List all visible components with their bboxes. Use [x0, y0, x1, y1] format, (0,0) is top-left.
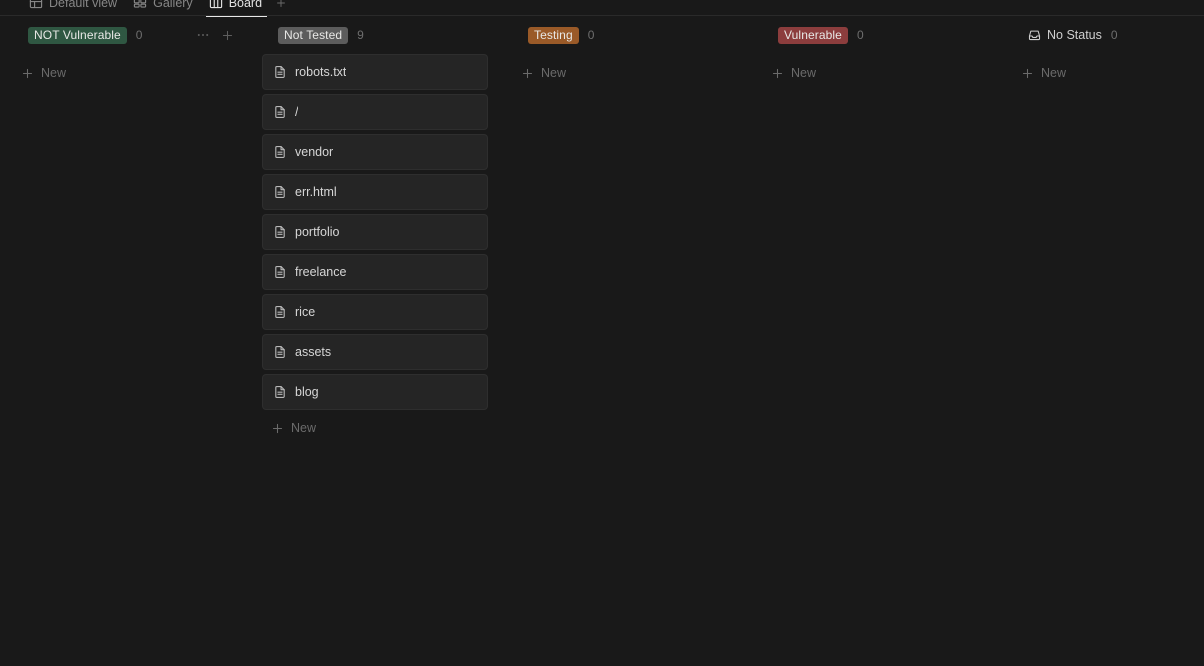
- card-title: /: [295, 105, 299, 119]
- view-tabs-bar: Default view Gallery Board: [0, 0, 1204, 17]
- view-tab-gallery[interactable]: Gallery: [126, 0, 202, 16]
- board-icon: [209, 0, 223, 10]
- board-card[interactable]: assets: [262, 334, 488, 370]
- new-card-label: New: [791, 66, 817, 80]
- column-title-group: Testing 0: [528, 26, 736, 44]
- new-card-label: New: [291, 421, 317, 435]
- column-count: 0: [856, 28, 864, 42]
- board-card[interactable]: vendor: [262, 134, 488, 170]
- status-label-group[interactable]: No Status: [1028, 28, 1102, 42]
- document-icon: [273, 145, 287, 159]
- column-title-group: NOT Vulnerable 0: [28, 26, 185, 44]
- column-count: 0: [135, 28, 143, 42]
- plus-icon: [21, 67, 34, 80]
- plus-icon: [771, 67, 784, 80]
- view-tab-label: Gallery: [153, 0, 193, 10]
- column-title-group: Not Tested 9: [278, 26, 486, 44]
- view-tab-default-view[interactable]: Default view: [22, 0, 126, 16]
- board-card[interactable]: robots.txt: [262, 54, 488, 90]
- column-header: Vulnerable 0: [762, 16, 988, 54]
- view-tab-label: Board: [228, 0, 263, 10]
- status-badge[interactable]: Testing: [528, 26, 579, 44]
- column-header: Testing 0: [512, 16, 738, 54]
- new-card-button[interactable]: New: [262, 414, 488, 442]
- document-icon: [273, 225, 287, 239]
- document-icon: [273, 65, 287, 79]
- document-icon: [273, 385, 287, 399]
- document-icon: [273, 305, 287, 319]
- card-title: err.html: [295, 185, 337, 199]
- column-header: NOT Vulnerable 0: [12, 16, 238, 54]
- board-column-vulnerable: Vulnerable 0 New: [750, 16, 1000, 87]
- column-count: 0: [1110, 28, 1118, 42]
- status-badge[interactable]: NOT Vulnerable: [28, 26, 127, 44]
- new-card-button[interactable]: New: [12, 59, 238, 87]
- plus-icon: [521, 67, 534, 80]
- card-title: assets: [295, 345, 332, 359]
- board-card[interactable]: blog: [262, 374, 488, 410]
- more-options-icon[interactable]: [194, 26, 212, 44]
- document-icon: [273, 105, 287, 119]
- plus-icon: [271, 422, 284, 435]
- kanban-board: NOT Vulnerable 0 New Not Tested 9 robots.txt /…: [0, 16, 1204, 666]
- inbox-icon: [1028, 29, 1041, 42]
- board-card[interactable]: freelance: [262, 254, 488, 290]
- card-title: freelance: [295, 265, 347, 279]
- board-column-testing: Testing 0 New: [500, 16, 750, 87]
- new-card-label: New: [1041, 66, 1067, 80]
- column-title-group: Vulnerable 0: [778, 26, 986, 44]
- status-badge[interactable]: Not Tested: [278, 26, 349, 44]
- gallery-icon: [133, 0, 147, 10]
- card-title: robots.txt: [295, 65, 347, 79]
- table-icon: [29, 0, 43, 10]
- board-card[interactable]: rice: [262, 294, 488, 330]
- card-title: blog: [295, 385, 319, 399]
- column-cards: robots.txt / vendor err.html portfolio freela…: [262, 54, 488, 410]
- card-title: vendor: [295, 145, 334, 159]
- status-badge[interactable]: Vulnerable: [778, 26, 848, 44]
- column-actions: [194, 26, 236, 44]
- document-icon: [273, 185, 287, 199]
- view-tab-label: Default view: [49, 0, 118, 10]
- column-header: No Status 0: [1012, 16, 1204, 54]
- new-card-button[interactable]: New: [1012, 59, 1204, 87]
- add-card-icon[interactable]: [218, 26, 236, 44]
- status-label: No Status: [1047, 28, 1102, 42]
- card-title: rice: [295, 305, 316, 319]
- document-icon: [273, 265, 287, 279]
- board-card[interactable]: portfolio: [262, 214, 488, 250]
- board-column-not-tested: Not Tested 9 robots.txt / vendor err.html port…: [250, 16, 500, 442]
- new-card-button[interactable]: New: [762, 59, 988, 87]
- plus-icon: [1021, 67, 1034, 80]
- column-count: 0: [587, 28, 595, 42]
- add-view-button[interactable]: [271, 0, 291, 16]
- plus-icon: [275, 0, 287, 12]
- new-card-label: New: [41, 66, 67, 80]
- view-tab-board[interactable]: Board: [202, 0, 271, 17]
- board-card[interactable]: err.html: [262, 174, 488, 210]
- board-card[interactable]: /: [262, 94, 488, 130]
- new-card-label: New: [541, 66, 567, 80]
- board-column-no-status: No Status 0 New: [1000, 16, 1204, 87]
- column-count: 9: [357, 28, 364, 42]
- column-header: Not Tested 9: [262, 16, 488, 54]
- card-title: portfolio: [295, 225, 340, 239]
- board-column-not-vulnerable: NOT Vulnerable 0 New: [0, 16, 250, 87]
- new-card-button[interactable]: New: [512, 59, 738, 87]
- column-title-group: No Status 0: [1028, 28, 1204, 42]
- document-icon: [273, 345, 287, 359]
